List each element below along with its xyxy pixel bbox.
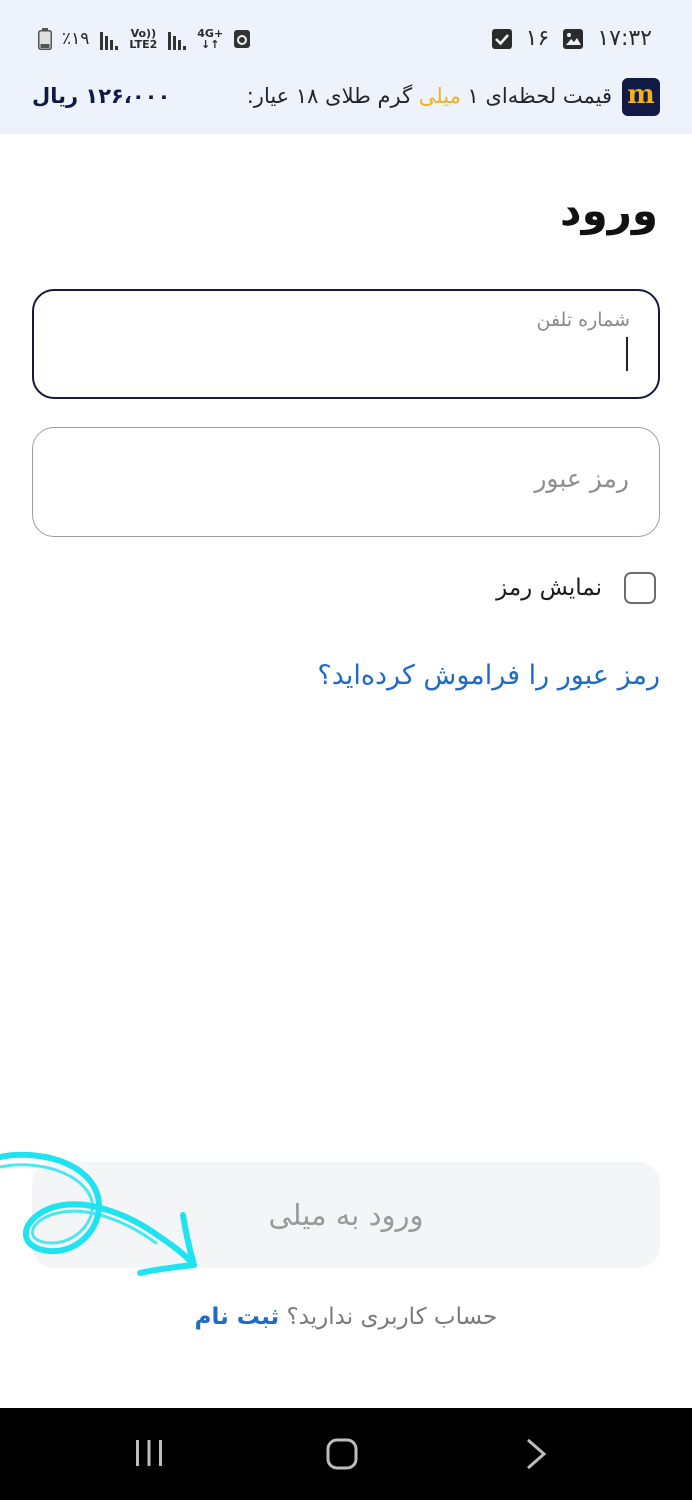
phone-number-field[interactable]: شماره تلفن xyxy=(32,289,660,399)
phone-number-label: شماره تلفن xyxy=(536,309,630,331)
signal-icon xyxy=(167,28,187,50)
forgot-password-link[interactable]: رمز عبور را فراموش کرده‌اید؟ xyxy=(317,660,660,691)
brand-logo: m xyxy=(622,78,660,116)
text-cursor xyxy=(626,337,628,371)
clock: ۱۷:۳۲ xyxy=(597,26,652,51)
lte-label: LTE2 xyxy=(129,38,158,51)
password-placeholder: رمز عبور xyxy=(534,464,629,493)
data-activity-indicator: 4G+ ↓↑ xyxy=(197,27,224,51)
navigation-bar xyxy=(0,1408,692,1500)
page-title: ورود xyxy=(560,186,658,235)
price-label-suffix: گرم طلای ۱۸ عیار: xyxy=(246,84,413,108)
price-label-prefix: قیمت لحظه‌ای ۱ xyxy=(467,84,612,108)
price-label-brand: میلی xyxy=(418,84,461,108)
gold-price-bar: m قیمت لحظه‌ای ۱ میلی گرم طلای ۱۸ عیار: … xyxy=(0,78,692,134)
recents-icon[interactable] xyxy=(134,1438,164,1468)
show-password-label: نمایش رمز xyxy=(496,575,602,601)
back-icon[interactable] xyxy=(524,1438,548,1470)
notification-count: ۱۶ xyxy=(525,26,550,51)
signup-prompt: حساب کاربری ندارید؟ ثبت نام xyxy=(0,1304,692,1330)
gallery-notification-icon xyxy=(563,28,584,49)
network-type-label: Vo)) LTE2 xyxy=(129,28,157,50)
recycle-icon xyxy=(233,29,251,49)
home-icon[interactable] xyxy=(326,1438,358,1470)
show-password-row[interactable]: نمایش رمز xyxy=(496,572,656,604)
signup-link[interactable]: ثبت نام xyxy=(195,1304,280,1330)
login-screen: ٪۱۹ Vo)) LTE2 4G+ ↓↑ ۱۶ ۱۷:۳۲ m قیمت لحظ… xyxy=(0,0,692,1500)
signup-question: حساب کاربری ندارید؟ xyxy=(286,1304,498,1330)
status-bar-left: ٪۱۹ Vo)) LTE2 4G+ ↓↑ xyxy=(38,28,251,50)
battery-icon xyxy=(38,28,52,50)
signal-icon xyxy=(99,28,119,50)
battery-percent: ٪۱۹ xyxy=(62,29,90,49)
checkbox-notification-icon xyxy=(491,28,512,49)
show-password-checkbox[interactable] xyxy=(624,572,656,604)
login-button[interactable]: ورود به میلی xyxy=(32,1162,660,1268)
status-bar: ٪۱۹ Vo)) LTE2 4G+ ↓↑ ۱۶ ۱۷:۳۲ xyxy=(0,0,692,82)
network-generation-label: 4G+ xyxy=(197,27,224,40)
gold-price-value: ۱۲۶،۰۰۰ ریال xyxy=(32,84,171,108)
gold-price-label: قیمت لحظه‌ای ۱ میلی گرم طلای ۱۸ عیار: xyxy=(247,84,612,108)
status-bar-right: ۱۶ ۱۷:۳۲ xyxy=(491,26,652,51)
password-field[interactable]: رمز عبور xyxy=(32,427,660,537)
